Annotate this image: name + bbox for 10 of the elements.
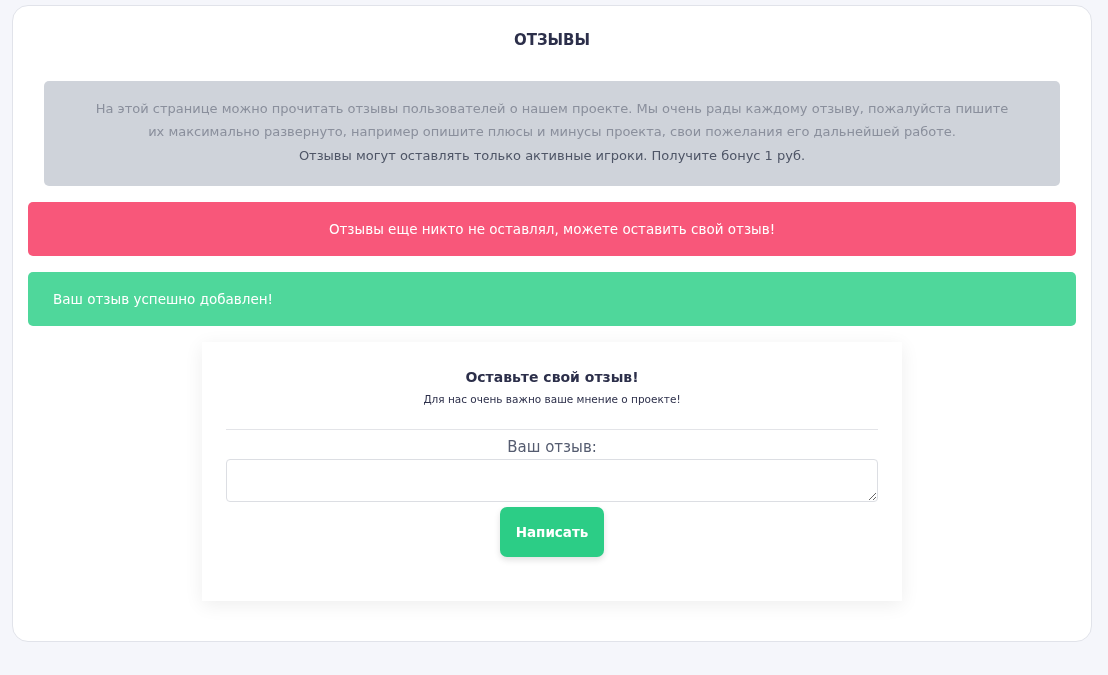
submit-button[interactable]: Написать — [499, 507, 605, 557]
page-title: ОТЗЫВЫ — [513, 31, 591, 49]
alert-message: Отзывы еще никто не оставлял, можете оставить свой отзыв! — [28, 202, 1076, 256]
info-text: На этой странице можно прочитать отзывы пользователей о нашем проекте. Мы очень рады каждому отзыву, пожалуйста пишите их максимально развернуто, например опишите плюсы и минусы проекта, свои пожелания его дальнейшей работе. — [94, 100, 1010, 141]
info-note: Отзывы могут оставлять только активные игроки. Получите бонус 1 руб. — [297, 147, 807, 165]
form-subtitle: Для нас очень важно ваше мнение о проекте! — [423, 393, 681, 405]
review-label: Ваш отзыв: — [507, 438, 597, 456]
form-title: Оставьте свой отзыв! — [465, 369, 639, 385]
review-input-field[interactable] — [226, 459, 878, 502]
alert-message: Ваш отзыв успешно добавлен! — [28, 272, 1076, 326]
